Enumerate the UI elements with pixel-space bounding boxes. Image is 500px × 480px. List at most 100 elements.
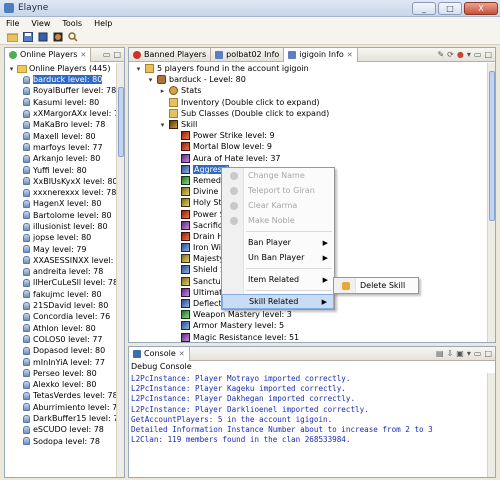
console-output[interactable]: L2PcInstance: Player Motrayo imported co… <box>131 374 487 445</box>
view-menu-icon[interactable]: ▾ <box>467 50 471 59</box>
tree-node[interactable]: Mortal Blow level: 9 <box>129 141 487 152</box>
maximize-view-icon[interactable]: □ <box>484 50 492 59</box>
open-folder-icon[interactable] <box>6 31 19 43</box>
player-list-item[interactable]: May level: 79 <box>5 243 117 254</box>
tree-node[interactable]: Inventory (Double click to expand) <box>129 97 487 108</box>
minimize-view-icon[interactable]: ▭ <box>474 50 482 59</box>
console-icon <box>133 349 141 358</box>
players-root-node[interactable]: ▾ Online Players (445) <box>5 63 117 74</box>
player-icon <box>23 245 30 254</box>
expander-icon[interactable]: ▾ <box>147 76 154 84</box>
minimize-view-icon[interactable]: ▭ <box>474 349 482 358</box>
player-list-item[interactable]: TetasVerdes level: 78 <box>5 390 117 401</box>
player-list-item[interactable]: andreita level: 78 <box>5 266 117 277</box>
tree-node[interactable]: ▾ Skill <box>129 119 487 130</box>
expander-icon[interactable]: ▾ <box>135 65 142 73</box>
player-list-item[interactable]: Sodopa level: 78 <box>5 436 117 447</box>
player-list-item[interactable]: fakujmc level: 80 <box>5 289 117 300</box>
player-list-item[interactable]: HagenX level: 80 <box>5 198 117 209</box>
player-icon <box>23 166 30 175</box>
player-list-item[interactable]: 21SDavid level: 80 <box>5 300 117 311</box>
player-list-item[interactable]: MaKaBro level: 78 <box>5 119 117 130</box>
tree-node[interactable]: ▸ Stats <box>129 85 487 96</box>
players-scrollbar[interactable] <box>116 63 124 477</box>
stop-icon[interactable]: ● <box>457 50 464 59</box>
collapse-icon[interactable]: ▾ <box>8 65 15 73</box>
tree-node[interactable]: Sub Classes (Double click to expand) <box>129 108 487 119</box>
edit-icon[interactable]: ✎ <box>437 50 444 59</box>
save-icon[interactable] <box>21 31 34 43</box>
context-menu-item[interactable]: Item Related ▶ <box>222 272 334 287</box>
player-list-item[interactable]: xXMargorAXx level: 7 <box>5 108 117 119</box>
player-list-item[interactable]: Athlon level: 80 <box>5 323 117 334</box>
tree-node[interactable]: ▾ barduck - Level: 80 <box>129 74 487 85</box>
tree-node[interactable]: ▾ 5 players found in the account igigoin <box>129 63 487 74</box>
player-list-item[interactable]: mInInYiA level: 77 <box>5 356 117 367</box>
display-console-icon[interactable]: ▾ <box>467 349 471 358</box>
player-list-item[interactable]: eSCUDO level: 78 <box>5 424 117 435</box>
player-list-item[interactable]: Perseo level: 80 <box>5 368 117 379</box>
info-scroll-thumb[interactable] <box>489 71 495 221</box>
tree-node[interactable]: Aura of Hate level: 37 <box>129 153 487 164</box>
tree-node[interactable]: Power Strike level: 9 <box>129 130 487 141</box>
context-menu-item[interactable]: Ban Player ▶ <box>222 235 334 250</box>
tree-node[interactable]: Weapon Mastery level: 3 <box>129 309 487 320</box>
player-list-item[interactable]: Arkanjo level: 80 <box>5 153 117 164</box>
info-scrollbar[interactable] <box>487 63 495 342</box>
character-icon[interactable] <box>51 31 64 43</box>
player-list-item[interactable]: Alexko level: 80 <box>5 379 117 390</box>
player-list-item[interactable]: XxBlUsKyxX level: 80 <box>5 176 117 187</box>
player-list-item[interactable]: xxxnerexxx level: 78 <box>5 187 117 198</box>
console-scrollbar[interactable] <box>487 373 495 477</box>
maximize-view-icon[interactable]: □ <box>113 50 121 59</box>
player-list-item[interactable]: Dopasod level: 80 <box>5 345 117 356</box>
player-list-item[interactable]: XXASESSINXX level: 78 <box>5 255 117 266</box>
close-button[interactable]: X <box>464 2 498 15</box>
close-icon[interactable]: ✕ <box>179 350 185 358</box>
database-icon[interactable] <box>36 31 49 43</box>
minimize-button[interactable]: _ <box>412 2 436 15</box>
clear-console-icon[interactable]: ▤ <box>436 349 444 358</box>
players-tree[interactable]: ▾ Online Players (445) barduck level: 80… <box>5 63 117 477</box>
player-list-item[interactable]: llHerCuLeSll level: 78 <box>5 277 117 288</box>
context-menu-item[interactable]: Skill Related ▶ <box>222 294 334 309</box>
tree-node[interactable]: Magic Resistance level: 51 <box>129 332 487 343</box>
scroll-lock-icon[interactable]: ⇩ <box>447 349 454 358</box>
close-icon[interactable]: ✕ <box>80 51 86 59</box>
player-list-item[interactable]: marfoys level: 77 <box>5 142 117 153</box>
player-list-item[interactable]: illusionist level: 80 <box>5 221 117 232</box>
player-list-item[interactable]: Maxell level: 80 <box>5 130 117 141</box>
player-list-item[interactable]: RoyalBuffer level: 78 <box>5 85 117 96</box>
player-list-item[interactable]: barduck level: 80 <box>5 74 117 85</box>
player-list-item[interactable]: DarkBuffer15 level: 76 <box>5 413 117 424</box>
player-list-item[interactable]: COLOS0 level: 77 <box>5 334 117 345</box>
tab-igigoin-info[interactable]: igigoin Info ✕ <box>284 47 358 62</box>
minimize-view-icon[interactable]: ▭ <box>103 50 111 59</box>
expander-icon[interactable]: ▸ <box>159 87 166 95</box>
player-list-item[interactable]: Aburrimiento level: 76 <box>5 402 117 413</box>
expander-icon[interactable]: ▾ <box>159 121 166 129</box>
menu-file[interactable]: File <box>6 19 19 28</box>
menu-tools[interactable]: Tools <box>62 19 82 28</box>
tab-online-players[interactable]: Online Players ✕ <box>5 47 92 62</box>
players-scroll-thumb[interactable] <box>118 87 124 157</box>
tab-banned-players[interactable]: Banned Players <box>129 47 212 62</box>
tab-polbat02-info[interactable]: polbat02 Info <box>211 47 285 62</box>
context-menu-item[interactable]: Un Ban Player ▶ <box>222 250 334 265</box>
tab-console[interactable]: Console ✕ <box>129 346 190 361</box>
player-list-item[interactable]: Yuffi level: 80 <box>5 164 117 175</box>
player-list-item[interactable]: Concordia level: 76 <box>5 311 117 322</box>
player-list-item[interactable]: jopse level: 80 <box>5 232 117 243</box>
pin-icon[interactable]: ▣ <box>456 349 464 358</box>
player-list-item[interactable]: Bartolome level: 80 <box>5 210 117 221</box>
player-list-item[interactable]: Kasumi level: 80 <box>5 97 117 108</box>
delete-skill-item[interactable]: Delete Skill <box>334 278 418 293</box>
maximize-view-icon[interactable]: □ <box>484 349 492 358</box>
tree-node[interactable]: Armor Mastery level: 5 <box>129 320 487 331</box>
refresh-icon[interactable]: ⟳ <box>447 50 454 59</box>
search-icon[interactable] <box>66 31 79 43</box>
menu-help[interactable]: Help <box>94 19 112 28</box>
menu-view[interactable]: View <box>31 19 50 28</box>
close-icon[interactable]: ✕ <box>347 51 353 59</box>
maximize-button[interactable]: □ <box>438 2 462 15</box>
